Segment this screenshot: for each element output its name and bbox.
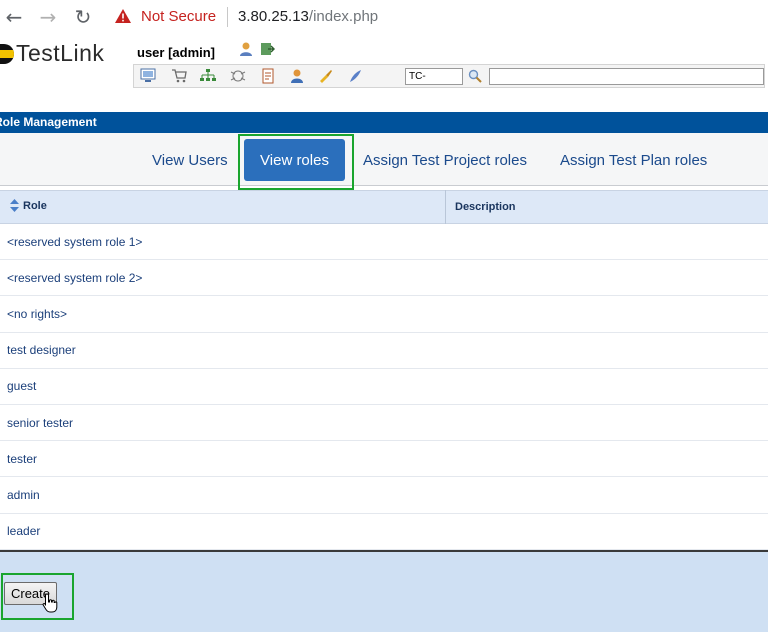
table-row[interactable]: test designer — [0, 332, 768, 369]
bug-icon[interactable] — [229, 67, 247, 84]
brush-icon[interactable] — [316, 67, 334, 84]
role-link[interactable]: <reserved system role 2> — [7, 271, 142, 285]
role-link[interactable]: admin — [7, 488, 40, 502]
table-row[interactable]: admin — [0, 477, 768, 514]
role-link[interactable]: test designer — [7, 343, 76, 357]
sort-icon[interactable] — [10, 199, 19, 212]
user-icon[interactable] — [288, 67, 306, 84]
tab-assign-test-plan-roles[interactable]: Assign Test Plan roles — [560, 152, 707, 169]
tab-view-roles[interactable]: View roles — [244, 139, 345, 181]
roles-table-body: <reserved system role 1> <reserved syste… — [0, 224, 768, 550]
role-link[interactable]: leader — [7, 524, 40, 538]
forward-arrow-icon[interactable]: → — [37, 5, 59, 29]
tree-icon[interactable] — [199, 67, 217, 84]
search-icon[interactable] — [467, 68, 483, 84]
address-bar[interactable]: 3.80.25.13/index.php — [238, 8, 378, 25]
back-arrow-icon[interactable]: ← — [3, 5, 25, 29]
document-icon[interactable] — [259, 67, 277, 84]
cart-icon[interactable] — [170, 67, 188, 84]
user-label: user [admin] — [137, 45, 216, 60]
search-input[interactable] — [489, 68, 764, 85]
table-row[interactable]: tester — [0, 441, 768, 478]
roles-table-header — [0, 190, 768, 224]
footer-area — [0, 552, 768, 632]
url-host: 3.80.25.13 — [238, 8, 309, 25]
role-link[interactable]: senior tester — [7, 416, 73, 430]
not-secure-label[interactable]: Not Secure — [141, 8, 216, 25]
section-title: Role Management — [0, 115, 97, 129]
feather-icon[interactable] — [346, 67, 364, 84]
testcase-id-input[interactable]: TC- — [405, 68, 463, 85]
table-row[interactable]: guest — [0, 368, 768, 405]
column-header-role-label: Role — [23, 199, 47, 212]
section-title-bar: Role Management — [0, 112, 768, 133]
testlink-logo[interactable]: TestLink — [0, 40, 104, 67]
table-row[interactable]: <reserved system role 2> — [0, 260, 768, 297]
reload-icon[interactable]: ↻ — [72, 5, 94, 29]
logout-icon[interactable] — [258, 40, 276, 58]
desktop-icon[interactable] — [139, 67, 157, 84]
role-link[interactable]: <reserved system role 1> — [7, 235, 142, 249]
url-path: /index.php — [308, 8, 379, 25]
user-settings-icon[interactable] — [237, 40, 255, 58]
warning-icon — [115, 9, 131, 23]
role-link[interactable]: tester — [7, 452, 37, 466]
table-row[interactable]: senior tester — [0, 404, 768, 442]
table-row[interactable]: <reserved system role 1> — [0, 224, 768, 261]
hand-cursor-icon — [42, 593, 58, 613]
table-row[interactable]: leader — [0, 513, 768, 550]
tab-assign-test-project-roles[interactable]: Assign Test Project roles — [363, 152, 527, 169]
logo-mark-icon — [0, 43, 14, 64]
role-link[interactable]: guest — [7, 379, 36, 393]
logo-text: TestLink — [16, 40, 105, 66]
browser-toolbar: ← → ↻ Not Secure 3.80.25.13/index.php — [0, 0, 768, 34]
table-row[interactable]: <no rights> — [0, 296, 768, 333]
column-header-description[interactable]: Description — [455, 201, 516, 213]
role-link[interactable]: <no rights> — [7, 307, 67, 321]
column-header-role[interactable]: Role — [10, 199, 47, 212]
url-divider — [227, 7, 228, 27]
column-divider — [445, 190, 446, 224]
tab-view-users[interactable]: View Users — [152, 152, 228, 169]
